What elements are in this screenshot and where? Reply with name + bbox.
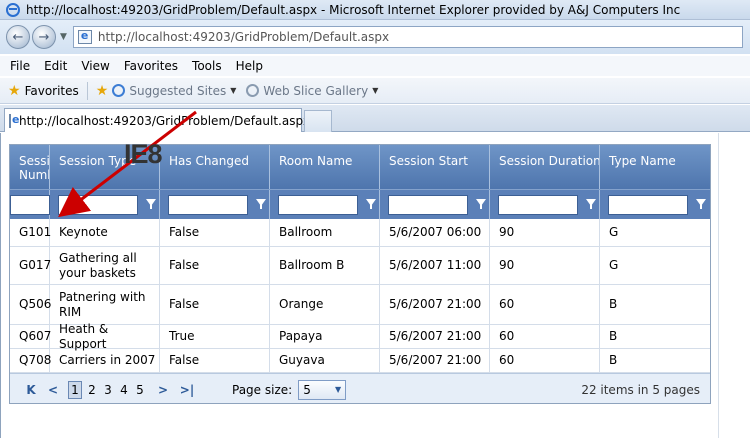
- annotation-label: IE8: [124, 139, 163, 169]
- annotation-arrow: [58, 110, 197, 218]
